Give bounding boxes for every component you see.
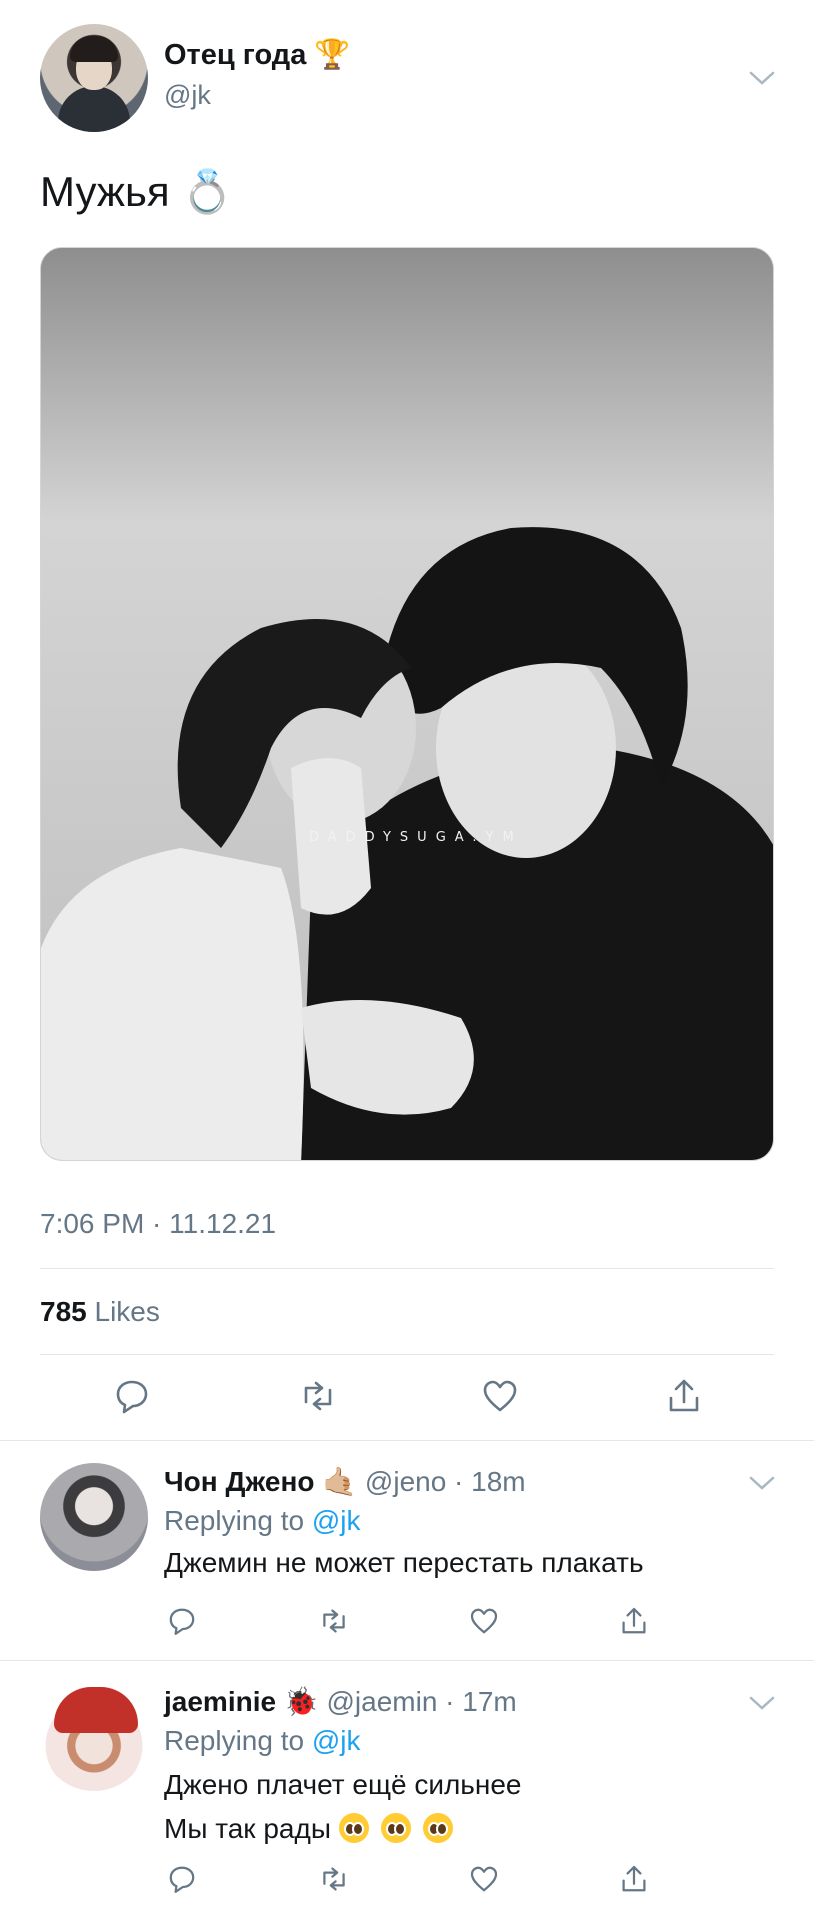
like-icon[interactable]	[468, 1863, 500, 1895]
photo-watermark: DADDYSUGA.YM	[309, 830, 523, 845]
pleading-face-icon	[338, 1813, 369, 1843]
reply-text: Джемин не может перестать плакать	[164, 1547, 644, 1578]
retweet-icon[interactable]	[298, 1376, 338, 1416]
reply-icon[interactable]	[166, 1863, 198, 1895]
reply-text: Джено плачет ещё сильнее Мы так рады	[164, 1769, 522, 1844]
replying-to-link[interactable]: @jk	[312, 1505, 361, 1536]
divider	[40, 1354, 774, 1355]
retweet-icon[interactable]	[318, 1605, 350, 1637]
reply-avatar[interactable]	[40, 1683, 148, 1791]
tweet-photo[interactable]: DADDYSUGA.YM	[40, 247, 774, 1161]
pleading-face-icon	[422, 1813, 453, 1843]
share-icon[interactable]	[618, 1863, 650, 1895]
chevron-down-icon[interactable]	[748, 68, 776, 88]
author-display-name[interactable]: Отец года 🏆	[164, 38, 351, 72]
photo-illustration	[41, 248, 773, 1160]
replying-to: Replying to @jk	[164, 1505, 361, 1536]
author-handle[interactable]: @jk	[164, 80, 211, 111]
chevron-down-icon[interactable]	[748, 1473, 776, 1493]
pleading-face-icon	[380, 1813, 411, 1843]
reply-tweet[interactable]: Чон Джено 🤙🏼 @jeno · 18m Replying to @jk…	[0, 1441, 814, 1660]
reply-author[interactable]: Чон Джено 🤙🏼 @jeno · 18m	[164, 1465, 526, 1498]
share-icon[interactable]	[618, 1605, 650, 1637]
main-tweet: Отец года 🏆 @jk Мужья 💍 DADDYSUGA.YM 7:0…	[0, 0, 814, 1440]
divider	[40, 1268, 774, 1269]
reply-icon[interactable]	[112, 1376, 152, 1416]
reply-icon[interactable]	[166, 1605, 198, 1637]
replying-to: Replying to @jk	[164, 1725, 361, 1756]
chevron-down-icon[interactable]	[748, 1693, 776, 1713]
reply-tweet[interactable]: jaeminie 🐞 @jaemin · 17m Replying to @jk…	[0, 1661, 814, 1920]
like-icon[interactable]	[468, 1605, 500, 1637]
share-icon[interactable]	[664, 1376, 704, 1416]
reply-avatar[interactable]	[40, 1463, 148, 1571]
author-avatar[interactable]	[40, 24, 148, 132]
likes-count[interactable]: 785 Likes	[40, 1296, 160, 1328]
reply-author[interactable]: jaeminie 🐞 @jaemin · 17m	[164, 1685, 517, 1718]
retweet-icon[interactable]	[318, 1863, 350, 1895]
tweet-text: Мужья 💍	[40, 168, 234, 215]
replying-to-link[interactable]: @jk	[312, 1725, 361, 1756]
tweet-timestamp[interactable]: 7:06 PM · 11.12.21	[40, 1208, 276, 1240]
like-icon[interactable]	[480, 1376, 520, 1416]
